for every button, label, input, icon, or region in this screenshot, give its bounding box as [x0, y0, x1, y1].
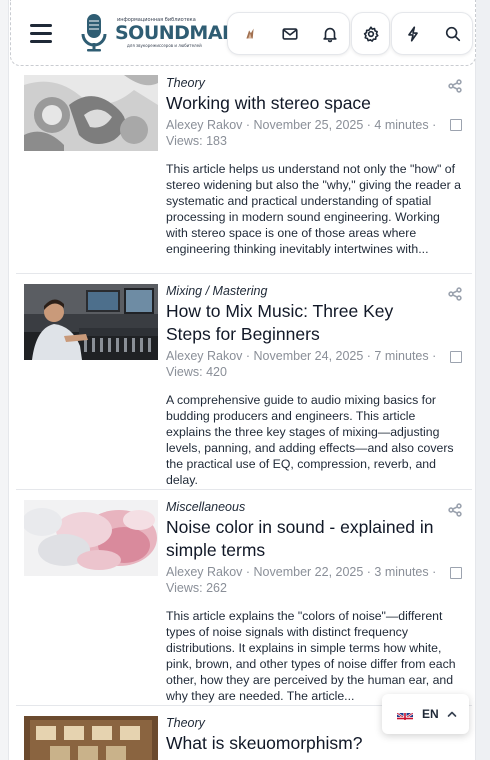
bookmark-icon[interactable]	[450, 119, 462, 131]
article-category[interactable]: Mixing / Mastering	[166, 283, 462, 299]
share-icon[interactable]	[448, 78, 464, 94]
share-icon[interactable]	[448, 502, 464, 518]
article-thumbnail[interactable]	[24, 716, 158, 760]
studio-mixing-image	[24, 284, 158, 360]
article-card: Miscellaneous Noise color in sound - exp…	[16, 490, 472, 706]
tools-group	[391, 12, 473, 55]
article-category[interactable]: Miscellaneous	[166, 499, 462, 515]
avatar-button[interactable]	[230, 13, 270, 54]
avatar-icon	[241, 25, 259, 42]
article-content: Theory Working with stereo space Alexey …	[166, 75, 462, 257]
stereo-illustration-image	[24, 75, 158, 151]
article-meta: Alexey Rakov · November 22, 2025 · 3 min…	[166, 565, 437, 595]
search-button[interactable]	[433, 13, 473, 54]
chevron-up-icon	[447, 711, 456, 717]
settings-button[interactable]	[352, 13, 390, 54]
uk-flag-icon	[397, 709, 413, 720]
article-title[interactable]: Noise color in sound - explained in simp…	[166, 516, 438, 562]
colored-smoke-image	[24, 500, 158, 576]
settings-group	[351, 12, 390, 55]
article-content: Mixing / Mastering How to Mix Music: Thr…	[166, 283, 462, 488]
bookmark-icon[interactable]	[450, 351, 462, 363]
whats-new-button[interactable]	[393, 13, 433, 54]
article-content: Miscellaneous Noise color in sound - exp…	[166, 499, 462, 704]
logo-tagline-bottom: для звукорежиссеров и любителей	[127, 43, 202, 48]
bell-icon	[323, 27, 337, 42]
lightning-icon	[408, 25, 418, 42]
bookmark-icon[interactable]	[450, 567, 462, 579]
site-header: информационная библиотека SOUNDMAIN для …	[10, 0, 476, 66]
user-actions-group	[227, 12, 350, 55]
menu-icon[interactable]	[30, 24, 52, 43]
article-title[interactable]: What is skeuomorphism?	[166, 732, 438, 755]
notifications-button[interactable]	[310, 13, 350, 54]
language-code: EN	[422, 707, 439, 721]
mail-icon	[282, 27, 298, 40]
messages-button[interactable]	[270, 13, 310, 54]
article-card: Theory Working with stereo space Alexey …	[16, 66, 472, 274]
article-thumbnail[interactable]	[24, 284, 158, 360]
search-icon	[445, 26, 461, 41]
article-card: Mixing / Mastering How to Mix Music: Thr…	[16, 274, 472, 490]
article-meta: Alexey Rakov · November 25, 2025 · 4 min…	[166, 118, 437, 148]
article-excerpt: A comprehensive guide to audio mixing ba…	[166, 393, 454, 487]
article-meta: Alexey Rakov · November 24, 2025 · 7 min…	[166, 349, 437, 379]
article-excerpt: This article helps us understand not onl…	[166, 162, 461, 256]
article-title[interactable]: How to Mix Music: Three Key Steps for Be…	[166, 300, 438, 346]
skeuomorphic-controls-image	[24, 716, 158, 760]
share-icon[interactable]	[448, 286, 464, 302]
article-excerpt: This article explains the "colors of noi…	[166, 609, 456, 703]
gear-icon	[363, 25, 379, 42]
article-category[interactable]: Theory	[166, 75, 462, 91]
article-thumbnail[interactable]	[24, 500, 158, 576]
article-title[interactable]: Working with stereo space	[166, 92, 438, 115]
language-switcher[interactable]: EN	[382, 694, 469, 734]
article-thumbnail[interactable]	[24, 75, 158, 151]
site-logo[interactable]: информационная библиотека SOUNDMAIN для …	[77, 12, 245, 54]
microphone-logo-icon	[81, 14, 107, 52]
logo-wordmark: SOUNDMAIN	[115, 22, 245, 44]
